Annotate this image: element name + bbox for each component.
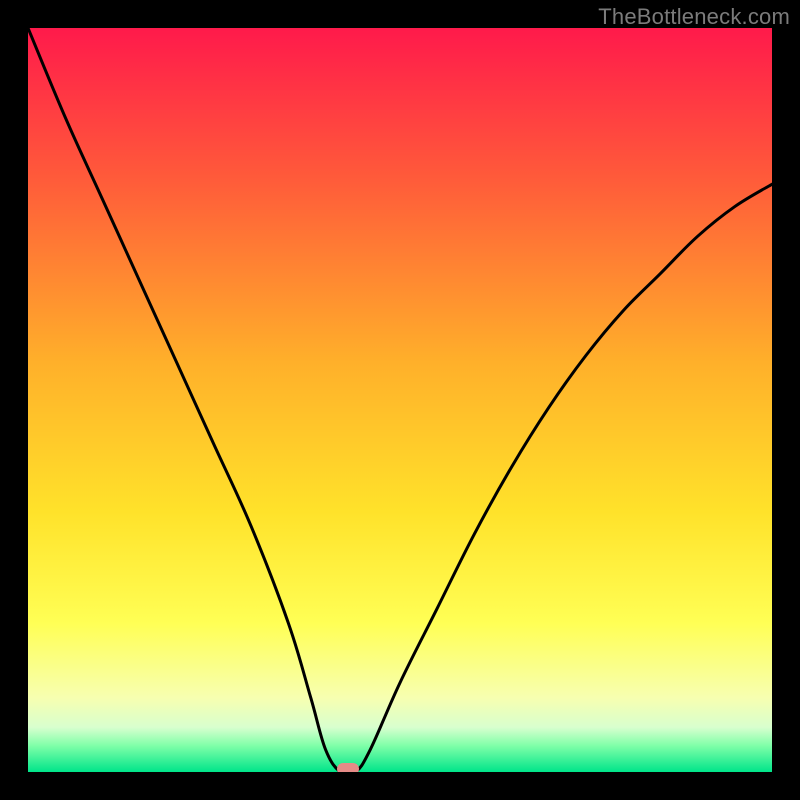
bottleneck-curve [28, 28, 772, 772]
chart-frame: TheBottleneck.com [0, 0, 800, 800]
minimum-marker [337, 763, 359, 772]
watermark-text: TheBottleneck.com [598, 4, 790, 30]
plot-area [28, 28, 772, 772]
